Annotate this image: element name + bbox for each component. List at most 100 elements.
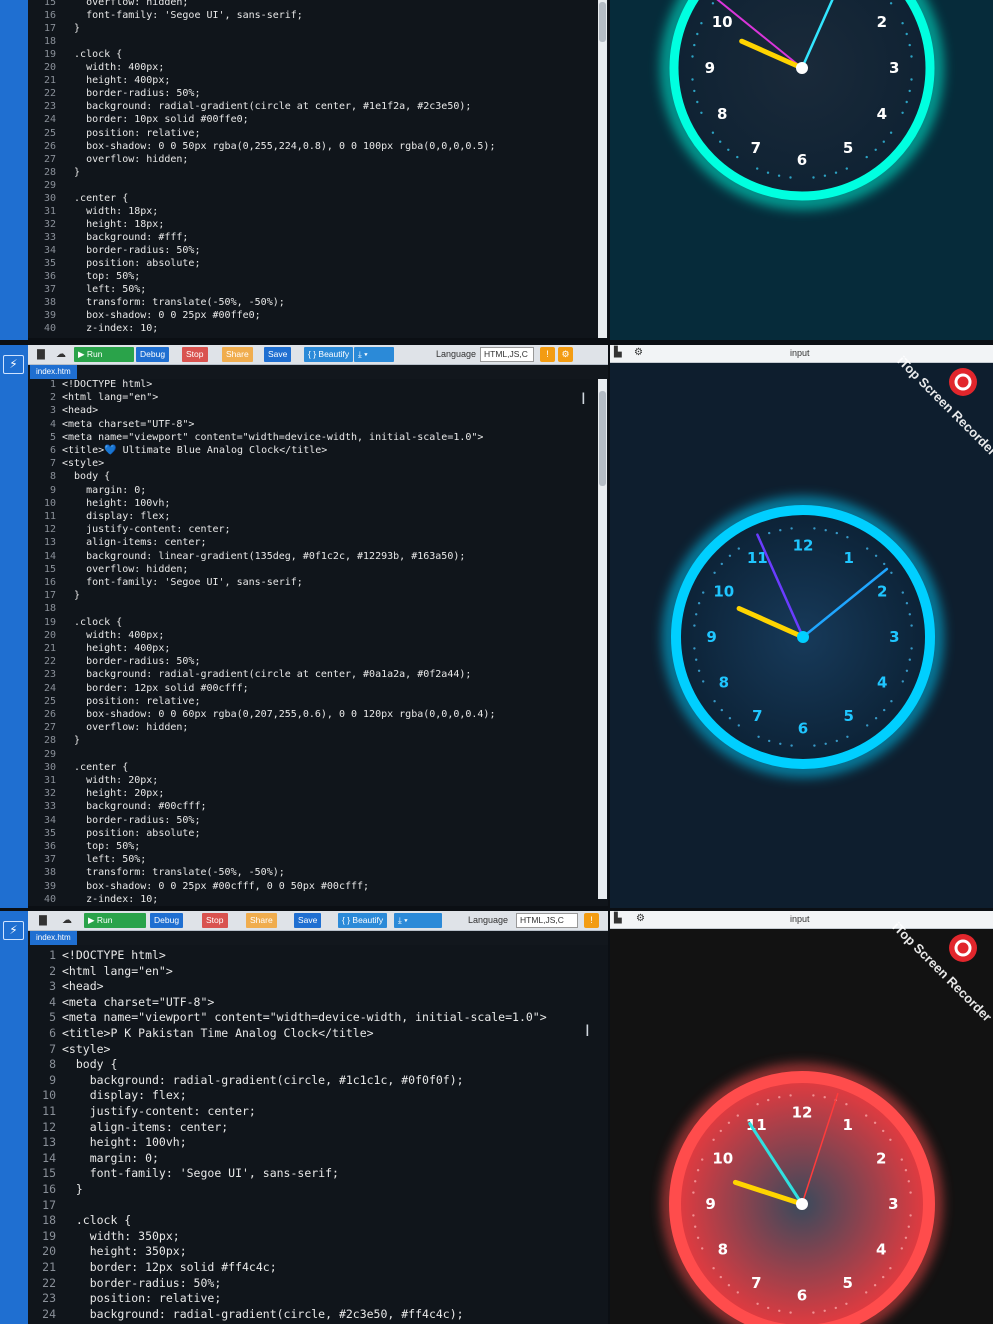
code-line[interactable]: 28 } [28,735,80,746]
code-line[interactable]: 17 [28,1198,62,1212]
code-line[interactable]: 16 } [28,1182,83,1196]
code-line[interactable]: 1 <!DOCTYPE html> [28,948,166,962]
code-line[interactable]: 4 <meta charset="UTF-8"> [28,995,214,1009]
run-button[interactable]: ▶ Run [74,347,134,362]
code-line[interactable]: 10 height: 100vh; [28,498,170,509]
code-line[interactable]: 26 box-shadow: 0 0 50px rgba(0,255,224,0… [28,141,496,152]
stop-button[interactable]: Stop [202,913,228,928]
stop-button[interactable]: Stop [182,347,208,362]
code-line[interactable]: 30 .center { [28,762,128,773]
code-line[interactable]: 34 border-radius: 50%; [28,245,201,256]
code-line[interactable]: 30 .center { [28,193,128,204]
code-line[interactable]: 23 background: radial-gradient(circle at… [28,669,471,680]
language-select[interactable]: HTML,JS,C [516,913,578,928]
code-line[interactable]: 9 background: radial-gradient(circle, #1… [28,1073,464,1087]
info-icon[interactable]: ! [540,347,555,362]
lightning-icon[interactable]: ⚡ [3,921,24,940]
code-line[interactable]: 11 justify-content: center; [28,1104,256,1118]
code-editor[interactable]: 15 overflow: hidden; 16 font-family: 'Seg… [28,0,608,338]
code-line[interactable]: 40 z-index: 10; [28,894,158,905]
gear-icon[interactable]: ⚙ [634,347,643,358]
code-line[interactable]: 6 <title>P K Pakistan Time Analog Clock</… [28,1026,374,1040]
code-line[interactable]: 8 body { [28,471,110,482]
code-line[interactable]: 14 margin: 0; [28,1151,159,1165]
code-line[interactable]: 24 border: 10px solid #00ffe0; [28,114,249,125]
panel-toggle-icon[interactable]: ▙ [614,913,622,924]
code-line[interactable]: 7 <style> [28,458,104,469]
code-line[interactable]: 11 display: flex; [28,511,170,522]
code-line[interactable]: 31 width: 20px; [28,775,158,786]
code-line[interactable]: 12 align-items: center; [28,1120,228,1134]
code-line[interactable]: 32 height: 20px; [28,788,164,799]
code-editor[interactable]: 1 <!DOCTYPE html> 2 <html lang="en"> 3 <head>… [28,379,608,906]
code-line[interactable]: 2 <html lang="en"> [28,392,158,403]
code-line[interactable]: 39 box-shadow: 0 0 25px #00ffe0; [28,310,261,321]
lightning-icon[interactable]: ⚡ [3,355,24,374]
file-tab-index[interactable]: index.htm [30,931,77,945]
code-line[interactable]: 39 box-shadow: 0 0 25px #00cfff, 0 0 50p… [28,881,369,892]
code-line[interactable]: 13 align-items: center; [28,537,207,548]
code-line[interactable]: 10 display: flex; [28,1088,186,1102]
code-line[interactable]: 15 overflow: hidden; [28,564,188,575]
code-line[interactable]: 38 transform: translate(-50%, -50%); [28,867,285,878]
code-line[interactable]: 5 <meta name="viewport" content="width=de… [28,432,483,443]
code-line[interactable]: 32 height: 18px; [28,219,164,230]
save-button[interactable]: Save [294,913,322,928]
code-line[interactable]: 17 } [28,590,80,601]
code-line[interactable]: 21 border: 12px solid #ff4c4c; [28,1260,277,1274]
code-line[interactable]: 24 background: radial-gradient(circle, #… [28,1307,463,1321]
code-line[interactable]: 2 <html lang="en"> [28,964,173,978]
code-line[interactable]: 19 width: 350px; [28,1229,180,1243]
save-button[interactable]: Save [264,347,292,362]
code-line[interactable]: 12 justify-content: center; [28,524,231,535]
code-line[interactable]: 8 body { [28,1057,117,1071]
code-line[interactable]: 21 height: 400px; [28,75,170,86]
upload-icon[interactable]: ☁ [60,914,74,927]
code-line[interactable]: 17 } [28,23,80,34]
code-line[interactable]: 3 <head> [28,979,103,993]
code-line[interactable]: 16 font-family: 'Segoe UI', sans-serif; [28,10,303,21]
debug-button[interactable]: Debug [136,347,170,362]
code-editor[interactable]: 1 <!DOCTYPE html> 2 <html lang="en"> 3 <head>… [28,945,608,1324]
code-line[interactable]: 35 position: absolute; [28,258,201,269]
code-line[interactable]: 15 font-family: 'Segoe UI', sans-serif; [28,1166,339,1180]
code-line[interactable]: 16 font-family: 'Segoe UI', sans-serif; [28,577,303,588]
code-line[interactable]: 29 [28,749,62,760]
gear-icon[interactable]: ⚙ [636,913,645,924]
code-line[interactable]: 18 [28,603,62,614]
new-file-icon[interactable]: ▇ [36,914,50,927]
code-line[interactable]: 13 height: 100vh; [28,1135,186,1149]
share-button[interactable]: Share [246,913,277,928]
code-line[interactable]: 1 <!DOCTYPE html> [28,379,152,390]
debug-button[interactable]: Debug [150,913,184,928]
editor-scrollbar[interactable] [598,379,607,899]
code-line[interactable]: 20 width: 400px; [28,62,164,73]
code-line[interactable]: 37 left: 50%; [28,854,146,865]
language-select[interactable]: HTML,JS,C [480,347,534,362]
code-line[interactable]: 27 overflow: hidden; [28,154,188,165]
code-line[interactable]: 35 position: absolute; [28,828,201,839]
code-line[interactable]: 3 <head> [28,405,98,416]
editor-scrollbar[interactable] [598,0,607,338]
code-line[interactable]: 9 margin: 0; [28,485,146,496]
code-line[interactable]: 27 overflow: hidden; [28,722,188,733]
code-line[interactable]: 40 z-index: 10; [28,323,158,334]
code-line[interactable]: 25 position: relative; [28,696,201,707]
code-line[interactable]: 7 <style> [28,1042,110,1056]
code-line[interactable]: 21 height: 400px; [28,643,170,654]
code-line[interactable]: 28 } [28,167,80,178]
code-line[interactable]: 4 <meta charset="UTF-8"> [28,419,194,430]
download-button[interactable]: ⤓ ▾ [394,913,442,928]
code-line[interactable]: 31 width: 18px; [28,206,158,217]
code-line[interactable]: 14 background: linear-gradient(135deg, #… [28,551,465,562]
file-tab-index[interactable]: index.htm [30,365,77,379]
code-line[interactable]: 23 position: relative; [28,1291,221,1305]
code-line[interactable]: 6 <title>💙 Ultimate Blue Analog Clock</ti… [28,445,327,456]
code-line[interactable]: 25 position: relative; [28,128,201,139]
code-line[interactable]: 36 top: 50%; [28,841,140,852]
code-line[interactable]: 38 transform: translate(-50%, -50%); [28,297,285,308]
download-button[interactable]: ⤓ ▾ [354,347,394,362]
code-line[interactable]: 20 width: 400px; [28,630,164,641]
share-button[interactable]: Share [222,347,253,362]
code-line[interactable]: 5 <meta name="viewport" content="width=de… [28,1010,547,1024]
